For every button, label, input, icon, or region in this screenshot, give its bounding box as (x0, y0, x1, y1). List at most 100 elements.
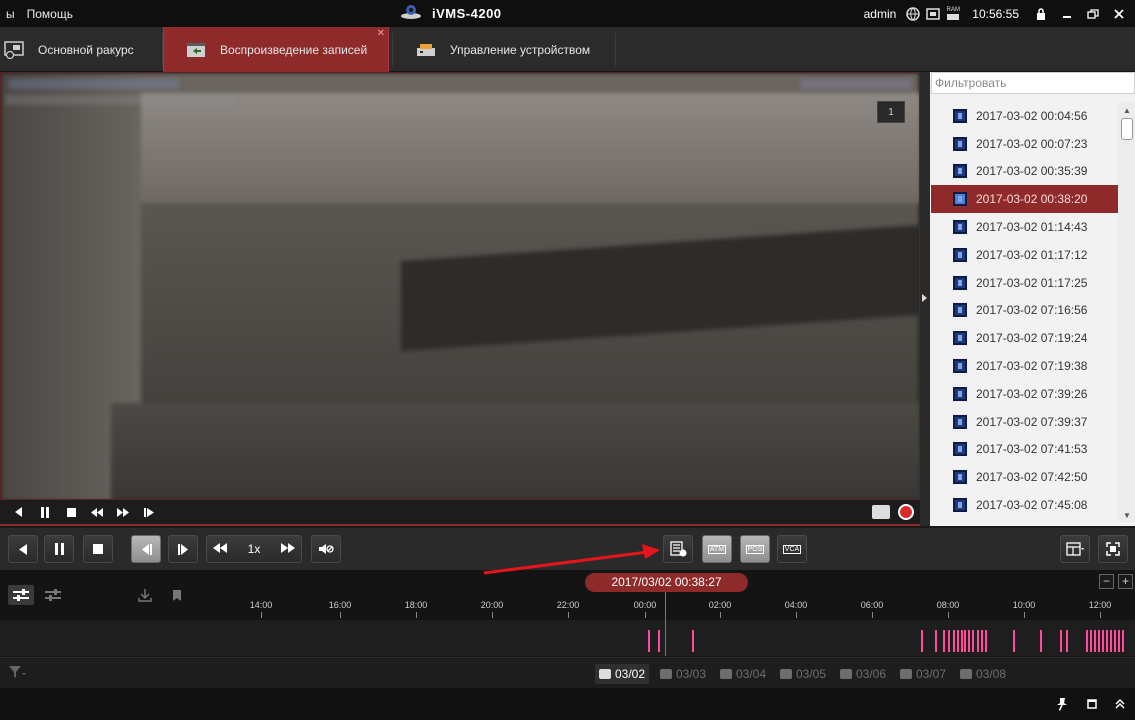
speed-up-icon[interactable] (281, 542, 295, 556)
zoom-out-button[interactable]: − (1099, 574, 1114, 589)
file-list-item[interactable]: 2017-03-02 07:42:50 (931, 463, 1118, 491)
record-segment[interactable] (943, 630, 945, 652)
timeline-playhead[interactable] (665, 592, 666, 656)
close-tab-icon[interactable]: ✕ (377, 28, 385, 39)
pause-button[interactable] (44, 535, 74, 563)
record-segment[interactable] (985, 630, 987, 652)
tab-device-management[interactable]: Управление устройством (396, 27, 616, 72)
file-list-scrollbar[interactable]: ▲ ▼ (1118, 102, 1135, 522)
fullscreen-button[interactable] (1098, 535, 1128, 563)
menu-item-view[interactable]: ы (0, 7, 21, 21)
atm-search-button[interactable]: ATM (702, 535, 732, 563)
zoom-in-button[interactable]: + (1118, 574, 1133, 589)
record-segment[interactable] (1086, 630, 1088, 652)
date-item[interactable]: 03/05 (780, 664, 826, 684)
vca-search-button[interactable]: VCA (777, 535, 807, 563)
pin-icon[interactable] (1054, 696, 1070, 712)
fast-icon[interactable] (110, 502, 136, 522)
file-list-item[interactable]: 2017-03-02 00:04:56 (931, 102, 1118, 130)
date-item[interactable]: 03/03 (660, 664, 706, 684)
file-list-item[interactable]: 2017-03-02 07:41:53 (931, 436, 1118, 464)
record-segment[interactable] (1118, 630, 1120, 652)
timeline-scale[interactable]: 14:00 16:00 18:00 20:00 22:00 00:00 02:00 04:00… (0, 600, 1135, 620)
reverse-play-button[interactable] (8, 535, 38, 563)
close-button[interactable] (1109, 6, 1129, 22)
step-back-button[interactable] (131, 535, 161, 563)
restore-button[interactable] (1083, 6, 1103, 22)
record-segment[interactable] (1040, 630, 1042, 652)
record-segment[interactable] (1102, 630, 1104, 652)
record-segment[interactable] (1060, 630, 1062, 652)
record-segment[interactable] (1090, 630, 1092, 652)
file-list-item[interactable]: 2017-03-02 07:19:24 (931, 324, 1118, 352)
file-list-item[interactable]: 2017-03-02 01:14:43 (931, 213, 1118, 241)
slow-down-icon[interactable] (213, 542, 227, 556)
mute-button[interactable] (311, 535, 341, 563)
file-list-item[interactable]: 2017-03-02 01:17:25 (931, 269, 1118, 297)
filter-icon[interactable] (8, 665, 26, 681)
record-segment[interactable] (981, 630, 983, 652)
record-segment[interactable] (658, 630, 660, 652)
stop-button[interactable] (83, 535, 113, 563)
pos-search-button[interactable]: POS (740, 535, 770, 563)
tab-main-view[interactable]: Основной ракурс (4, 27, 160, 72)
record-segment[interactable] (1066, 630, 1068, 652)
date-item[interactable]: 03/08 (960, 664, 1006, 684)
record-segment[interactable] (692, 630, 694, 652)
file-list-item[interactable]: 2017-03-02 07:19:38 (931, 352, 1118, 380)
reverse-play-icon[interactable] (6, 502, 32, 522)
maximize-panel-icon[interactable] (1084, 696, 1100, 712)
tab-playback[interactable]: Воспроизведение записей ✕ (163, 27, 389, 72)
file-list-item[interactable]: 2017-03-02 07:39:26 (931, 380, 1118, 408)
record-segment[interactable] (1013, 630, 1015, 652)
window-division-button[interactable] (1060, 535, 1090, 563)
video-player[interactable]: 1 (0, 72, 920, 500)
menu-item-help[interactable]: Помощь (21, 7, 79, 21)
globe-icon[interactable] (906, 6, 921, 21)
record-segment[interactable] (648, 630, 650, 652)
filter-input[interactable]: Фильтровать (931, 72, 1135, 94)
record-segment[interactable] (977, 630, 979, 652)
file-list-item[interactable]: 2017-03-02 07:39:37 (931, 408, 1118, 436)
single-frame-icon[interactable] (136, 502, 162, 522)
record-segment[interactable] (921, 630, 923, 652)
record-segment[interactable] (1110, 630, 1112, 652)
date-item[interactable]: 03/07 (900, 664, 946, 684)
record-segment[interactable] (935, 630, 937, 652)
stop-icon[interactable] (58, 502, 84, 522)
date-item[interactable]: 03/06 (840, 664, 886, 684)
record-segment[interactable] (953, 630, 955, 652)
record-segment[interactable] (964, 630, 966, 652)
file-list-item[interactable]: 2017-03-02 00:07:23 (931, 130, 1118, 158)
capture-icon[interactable] (872, 505, 890, 519)
user-name[interactable]: admin (864, 7, 897, 21)
step-forward-button[interactable] (168, 535, 198, 563)
record-segment[interactable] (1094, 630, 1096, 652)
record-icon[interactable] (898, 504, 914, 520)
record-segment[interactable] (948, 630, 950, 652)
record-segment[interactable] (1106, 630, 1108, 652)
date-item[interactable]: 03/02 (595, 664, 650, 684)
lock-icon[interactable] (1031, 6, 1051, 22)
file-list-item[interactable]: 2017-03-02 07:16:56 (931, 297, 1118, 325)
date-item[interactable]: 03/04 (720, 664, 766, 684)
record-segment[interactable] (1114, 630, 1116, 652)
scroll-up-icon[interactable]: ▲ (1123, 106, 1131, 115)
slow-icon[interactable] (84, 502, 110, 522)
record-segment[interactable] (957, 630, 959, 652)
record-segment[interactable] (961, 630, 963, 652)
minimize-button[interactable] (1057, 6, 1077, 22)
panel-collapse-handle[interactable] (920, 72, 930, 526)
scroll-down-icon[interactable]: ▼ (1123, 511, 1131, 520)
collapse-up-icon[interactable] (1112, 696, 1128, 712)
timeline-track[interactable] (0, 620, 1135, 656)
pause-icon[interactable] (32, 502, 58, 522)
file-list-item[interactable]: 2017-03-02 00:35:39 (931, 158, 1118, 186)
search-by-event-button[interactable] (663, 535, 693, 563)
record-segment[interactable] (1098, 630, 1100, 652)
scroll-thumb[interactable] (1121, 118, 1133, 140)
file-list-item[interactable]: 2017-03-02 07:45:08 (931, 491, 1118, 519)
file-list-item[interactable]: 2017-03-02 01:17:12 (931, 241, 1118, 269)
record-segment[interactable] (1122, 630, 1124, 652)
record-segment[interactable] (972, 630, 974, 652)
